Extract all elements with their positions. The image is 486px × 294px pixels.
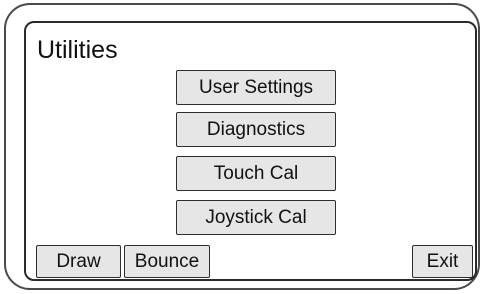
exit-button[interactable]: Exit <box>412 245 473 278</box>
bounce-button[interactable]: Bounce <box>124 245 210 278</box>
device-bezel: Utilities User Settings Diagnostics Touc… <box>4 3 480 290</box>
user-settings-button[interactable]: User Settings <box>176 70 336 105</box>
draw-button[interactable]: Draw <box>36 245 121 278</box>
page-title: Utilities <box>37 36 118 64</box>
utilities-screen: Utilities User Settings Diagnostics Touc… <box>24 21 477 281</box>
joystick-cal-button[interactable]: Joystick Cal <box>176 200 336 235</box>
touch-cal-button[interactable]: Touch Cal <box>176 156 336 191</box>
diagnostics-button[interactable]: Diagnostics <box>176 112 336 147</box>
